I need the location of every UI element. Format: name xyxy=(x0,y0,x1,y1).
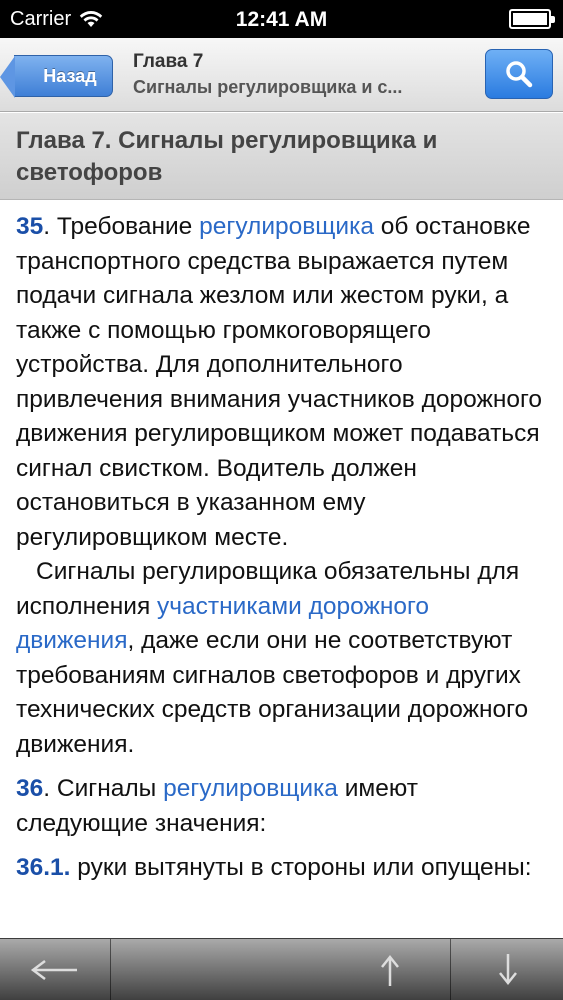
down-arrow-icon xyxy=(499,954,517,986)
toolbar-back-button[interactable] xyxy=(0,939,110,1000)
clause-number: 35 xyxy=(16,213,44,240)
term-link[interactable]: регулировщика xyxy=(199,213,374,240)
clause-number: 36 xyxy=(16,775,44,802)
nav-titles: Глава 7 Сигналы регулировщика и с... xyxy=(133,50,473,100)
nav-bar: Назад Глава 7 Сигналы регулировщика и с.… xyxy=(0,38,563,112)
article-content[interactable]: 35. Требование регулировщика об остановк… xyxy=(16,210,551,886)
up-arrow-icon xyxy=(381,954,399,986)
toolbar-up-button[interactable] xyxy=(350,939,430,1000)
toolbar-separator xyxy=(450,939,451,1000)
search-icon xyxy=(506,61,533,88)
toolbar-down-button[interactable] xyxy=(468,939,548,1000)
battery-icon xyxy=(509,9,555,29)
back-button[interactable]: Назад xyxy=(0,55,113,98)
carrier-label: Carrier xyxy=(10,7,72,30)
paragraph-35: 35. Требование регулировщика об остановк… xyxy=(16,210,551,555)
paragraph-36-1: 36.1. руки вытянуты в стороны или опущен… xyxy=(16,851,551,886)
bottom-toolbar xyxy=(0,938,563,1000)
chapter-header: Глава 7. Сигналы регулировщика и светофо… xyxy=(0,113,563,200)
nav-title: Глава 7 xyxy=(133,51,204,72)
toolbar-separator xyxy=(110,939,111,1000)
status-left: Carrier xyxy=(10,0,103,38)
nav-subtitle: Сигналы регулировщика и с... xyxy=(133,77,403,97)
paragraph-text: руки вытянуты в стороны или опущены: xyxy=(70,854,532,881)
chapter-title: Глава 7. Сигналы регулировщика и светофо… xyxy=(16,127,438,186)
paragraph-36: 36. Сигналы регулировщика имеют следующи… xyxy=(16,772,551,841)
paragraph-35-continued: Сигналы регулировщика обязательны для ис… xyxy=(16,555,551,762)
wifi-icon xyxy=(79,11,103,27)
search-button[interactable] xyxy=(485,49,553,99)
back-arrow-icon xyxy=(30,960,77,980)
paragraph-text: об остановке транспортного средства выра… xyxy=(16,213,543,551)
paragraph-text: . Сигналы xyxy=(43,775,164,802)
term-link[interactable]: регулировщика xyxy=(163,775,338,802)
back-button-label: Назад xyxy=(43,65,97,86)
status-right xyxy=(509,9,555,35)
status-bar: Carrier 12:41 AM xyxy=(0,0,563,38)
paragraph-text: . Требование xyxy=(43,213,200,240)
clause-number: 36.1. xyxy=(16,854,71,881)
back-chevron-icon xyxy=(0,56,15,98)
